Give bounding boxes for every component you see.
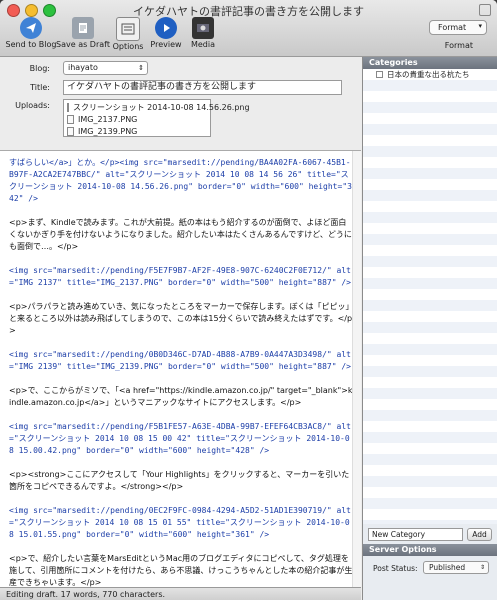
upload-item[interactable]: スクリーンショット 2014-10-08 14.56.26.png	[67, 101, 250, 113]
close-button[interactable]	[7, 4, 20, 17]
zoom-button[interactable]	[43, 4, 56, 17]
uploads-list: スクリーンショット 2014-10-08 14.56.26.png IMG_21…	[63, 99, 250, 137]
body-editor[interactable]: すばらしい</a>」とか。</p><img src="marsedit://pe…	[0, 150, 361, 587]
send-icon	[20, 17, 42, 39]
send-to-blog-button[interactable]: Send to Blog	[6, 17, 56, 51]
chevron-down-icon: ▾	[478, 22, 482, 30]
editor-paragraph: <img src="marsedit://pending/0EC2F9FC-09…	[9, 506, 351, 539]
upload-filename: IMG_2137.PNG	[78, 114, 138, 124]
add-category-button[interactable]: Add	[467, 528, 492, 541]
editor-paragraph: <p>で、紹介したい言葉をMarsEditというMac用のブログエディタにコピペ…	[9, 554, 353, 587]
draft-icon	[72, 17, 94, 39]
preview-icon	[155, 17, 177, 39]
post-status-label: Post Status:	[373, 564, 418, 573]
chevron-updown-icon: ⇕	[479, 564, 485, 571]
upload-filename: スクリーンショット 2014-10-08 14.56.26.png	[73, 102, 250, 112]
category-item[interactable]: 日本の貴重な出る杭たち	[363, 69, 497, 80]
category-label: 日本の貴重な出る杭たち	[387, 70, 470, 79]
server-options-header: Server Options	[363, 544, 497, 556]
chevron-updown-icon: ⇕	[138, 64, 144, 72]
file-icon	[67, 126, 74, 136]
options-label: Options	[112, 42, 144, 51]
uploads-label: Uploads:	[15, 101, 50, 110]
upload-item[interactable]: IMG_2137.PNG	[67, 113, 207, 125]
editor-window: イケダハヤトの書評記事の書き方を公開します Send to Blog Save …	[0, 0, 497, 600]
title-field[interactable]: イケダハヤトの書評記事の書き方を公開します	[63, 80, 342, 95]
save-as-draft-label: Save as Draft	[56, 40, 110, 49]
server-options: Server Options Post Status: Published ⇕	[363, 544, 497, 574]
editor-scrollbar[interactable]	[352, 151, 361, 587]
format-select[interactable]: Format ▾	[429, 20, 487, 35]
media-button[interactable]: Media	[186, 17, 220, 51]
window-controls	[7, 4, 56, 17]
sidebar: Categories 日本の貴重な出る杭たち New Category Add …	[362, 57, 497, 600]
editor-paragraph: <p>で、ここからがミソで、「<a href="https://kindle.a…	[9, 386, 353, 407]
preview-button[interactable]: Preview	[148, 17, 184, 51]
title-bar: イケダハヤトの書評記事の書き方を公開します Send to Blog Save …	[0, 0, 497, 57]
format-label: Format	[444, 41, 473, 50]
options-button[interactable]: Options	[110, 17, 146, 51]
editor-paragraph: <p>まず、Kindleで読みます。これが大前提。紙の本はもう紹介するのが面倒で…	[9, 218, 352, 251]
post-status-select[interactable]: Published ⇕	[423, 561, 489, 574]
upload-item[interactable]: IMG_2139.PNG	[67, 125, 207, 137]
options-icon	[116, 17, 140, 41]
editor-paragraph: <p>パラパラと読み進めていき、気になったところをマーカーで保存します。ぼくは「…	[9, 302, 353, 335]
title-label: Title:	[30, 83, 50, 92]
editor-paragraph: <img src="marsedit://pending/F5E7F9B7-AF…	[9, 266, 351, 287]
editor-paragraph: <p><strong>ここにアクセスして「Your Highlights」をクリ…	[9, 470, 350, 491]
post-editor-pane: Blog: ihayato ⇕ Title: イケダハヤトの書評記事の書き方を公…	[0, 57, 361, 587]
upload-filename: IMG_2139.PNG	[78, 126, 138, 136]
category-checkbox[interactable]	[376, 71, 383, 78]
file-icon	[67, 114, 74, 124]
format-select-value: Format	[438, 23, 467, 32]
new-category-input[interactable]: New Category	[368, 528, 463, 541]
toolbar: Send to Blog Save as Draft Options Previ…	[6, 17, 220, 51]
media-icon	[192, 17, 214, 39]
editor-paragraph: <img src="marsedit://pending/F5B1FE57-A6…	[9, 422, 351, 455]
post-status-value: Published	[429, 563, 466, 572]
categories-header: Categories	[363, 57, 497, 69]
save-as-draft-button[interactable]: Save as Draft	[56, 17, 110, 51]
status-bar: Editing draft. 17 words, 770 characters.	[0, 587, 361, 600]
blog-select[interactable]: ihayato ⇕	[63, 61, 148, 75]
fullscreen-button[interactable]	[479, 4, 491, 16]
blog-select-value: ihayato	[68, 63, 98, 72]
preview-label: Preview	[150, 40, 182, 49]
categories-list: 日本の貴重な出る杭たち	[363, 69, 497, 524]
media-label: Media	[190, 40, 216, 49]
blog-label: Blog:	[29, 64, 50, 73]
minimize-button[interactable]	[25, 4, 38, 17]
editor-paragraph: すばらしい</a>」とか。</p><img src="marsedit://pe…	[9, 158, 352, 203]
editor-paragraph: <img src="marsedit://pending/0B0D346C-D7…	[9, 350, 351, 371]
send-to-blog-label: Send to Blog	[5, 40, 57, 49]
file-icon	[67, 102, 69, 112]
